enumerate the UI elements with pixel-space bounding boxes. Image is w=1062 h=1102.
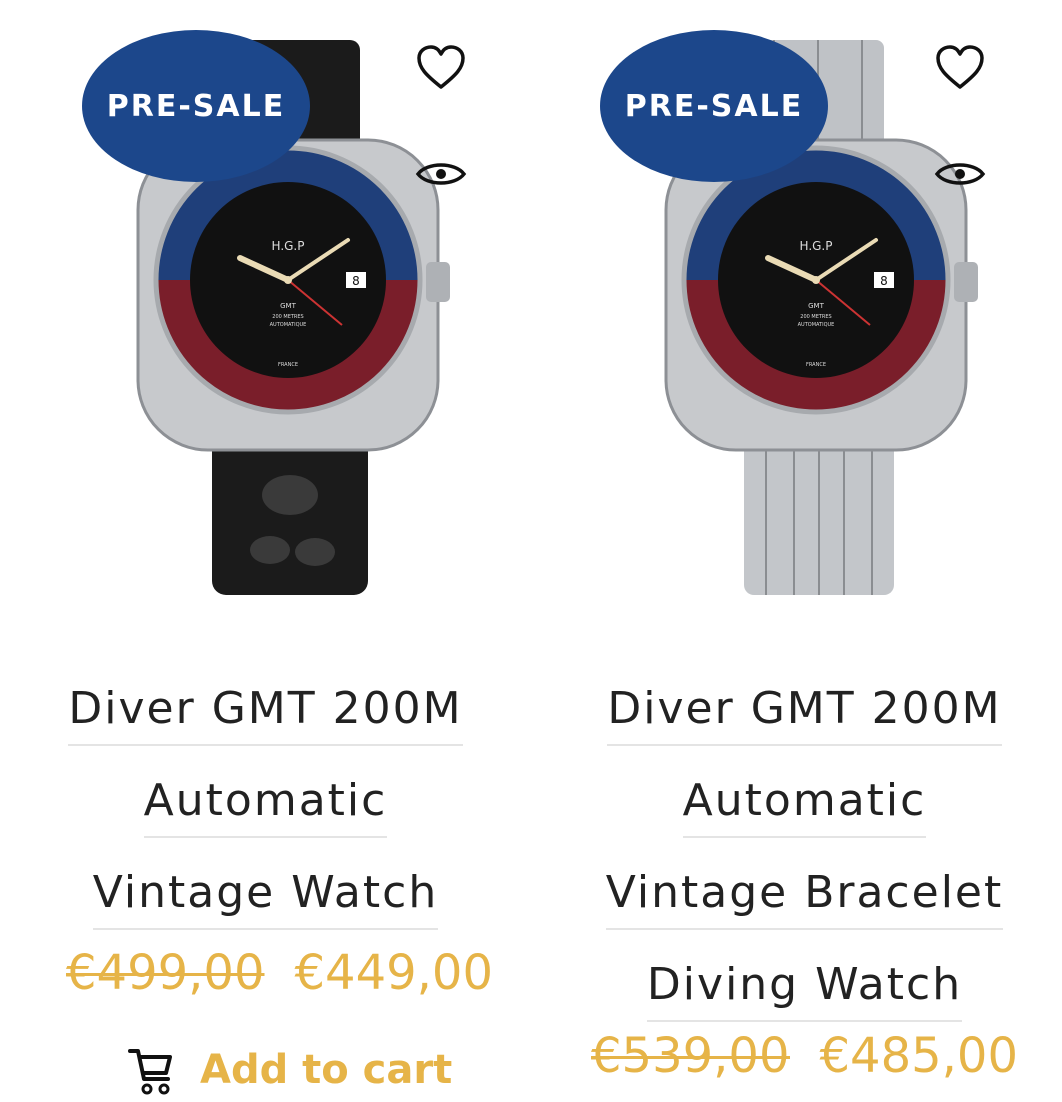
- product-title[interactable]: Diver GMT 200M Automatic Vintage Watch: [0, 668, 531, 944]
- add-to-cart-button[interactable]: Add to cart: [128, 1040, 452, 1100]
- date-value: 8: [352, 274, 360, 288]
- sale-price: €485,00: [819, 1028, 1019, 1084]
- original-price: €499,00: [66, 945, 265, 1001]
- eye-icon: [934, 163, 986, 185]
- wishlist-button[interactable]: [932, 40, 988, 96]
- title-line: Vintage Watch: [92, 860, 439, 930]
- dial-auto: AUTOMATIQUE: [270, 322, 307, 328]
- title-line: Automatic: [682, 768, 927, 838]
- title-line: Diver GMT 200M: [68, 676, 463, 746]
- price-block: €499,00 €449,00: [14, 945, 545, 1001]
- wishlist-button[interactable]: [413, 40, 469, 96]
- title-line: Automatic: [143, 768, 388, 838]
- sale-price: €449,00: [294, 945, 494, 1001]
- dial-gmt: GMT: [808, 302, 824, 310]
- crown: [954, 262, 978, 302]
- pre-sale-badge: PRE-SALE: [600, 30, 828, 182]
- dial-depth: 200 METRES: [272, 314, 303, 320]
- title-line: Diver GMT 200M: [607, 676, 1002, 746]
- dial-brand: H.G.P: [800, 239, 833, 253]
- dial-gmt: GMT: [280, 302, 296, 310]
- cart-icon: [128, 1045, 174, 1095]
- dial-depth: 200 METRES: [800, 314, 831, 320]
- dial-brand: H.G.P: [272, 239, 305, 253]
- quick-view-button[interactable]: [413, 146, 469, 202]
- product-title[interactable]: Diver GMT 200M Automatic Vintage Bracele…: [539, 668, 1062, 1036]
- heart-icon: [417, 45, 465, 89]
- quick-view-button[interactable]: [932, 146, 988, 202]
- crown: [426, 262, 450, 302]
- product-card-0[interactable]: PRE-SALE H.G.P GMT 200 METRES AUTOMATIQU…: [0, 0, 531, 1102]
- eye-icon: [415, 163, 467, 185]
- dial-auto: AUTOMATIQUE: [798, 322, 835, 328]
- heart-icon: [936, 45, 984, 89]
- cart-label: Add to cart: [200, 1047, 453, 1093]
- dial-country: FRANCE: [278, 362, 298, 368]
- title-line: Diving Watch: [646, 952, 963, 1022]
- title-line: Vintage Bracelet: [605, 860, 1004, 930]
- dial-country: FRANCE: [806, 362, 826, 368]
- price-block: €539,00 €485,00: [539, 1028, 1062, 1084]
- pre-sale-badge: PRE-SALE: [82, 30, 310, 182]
- original-price: €539,00: [591, 1028, 790, 1084]
- product-card-1[interactable]: PRE-SALE H.G.P GMT 200 METRES AUTOMATIQU…: [531, 0, 1062, 1102]
- date-value: 8: [880, 274, 888, 288]
